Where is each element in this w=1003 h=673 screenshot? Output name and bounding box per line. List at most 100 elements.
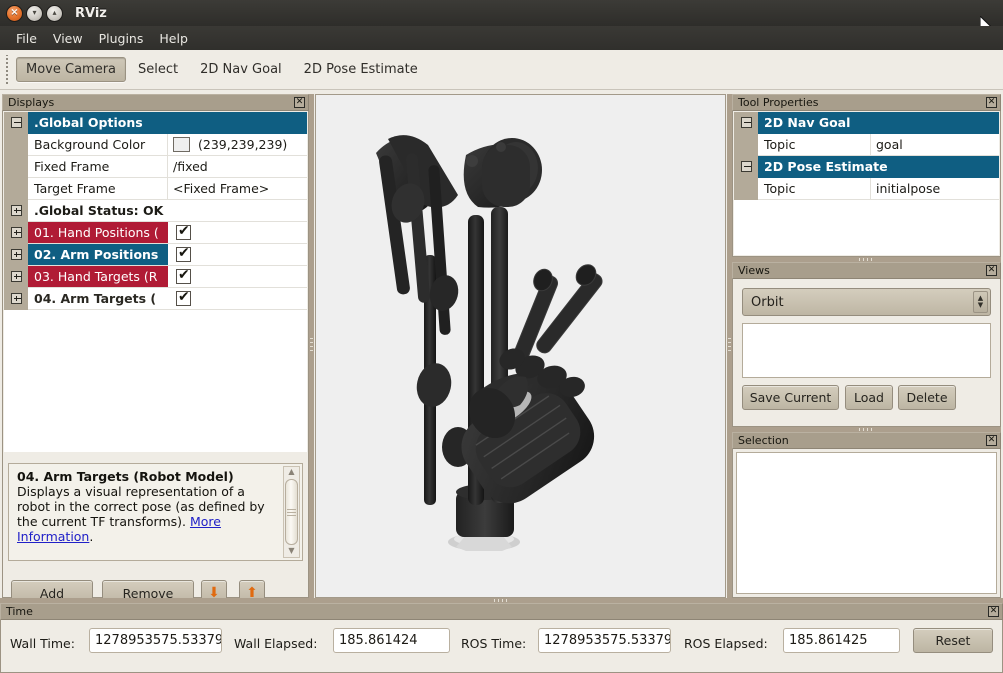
tool-properties-body: 2D Nav Goal Topic goal 2D Pose Estimate …	[732, 111, 1001, 257]
expander-arm-positions[interactable]	[4, 244, 28, 266]
enable-checkbox[interactable]	[176, 269, 191, 284]
tree-value-arm-positions[interactable]	[168, 244, 307, 266]
tool-select[interactable]: Select	[128, 57, 188, 82]
tree-value-fixed-frame[interactable]: /fixed	[168, 156, 307, 178]
toolbar-drag-handle[interactable]	[3, 55, 12, 85]
window-minimize-button[interactable]: ▾	[26, 5, 43, 22]
scrollbar-thumb[interactable]	[285, 479, 298, 545]
tool-properties-close-icon[interactable]: ✕	[986, 97, 997, 108]
views-panel-title: Views	[738, 264, 986, 277]
delete-view-button[interactable]: Delete	[898, 385, 956, 410]
tree-row-hand-positions[interactable]: 01. Hand Positions (	[4, 222, 307, 244]
tree-row-2d-nav-goal[interactable]: 2D Nav Goal	[734, 112, 999, 134]
tree-value-background-color[interactable]: (239,239,239)	[168, 134, 307, 156]
splitter-grip-icon	[494, 599, 510, 602]
displays-panel-close-icon[interactable]: ✕	[294, 97, 305, 108]
expander-global-options[interactable]	[4, 112, 28, 134]
selection-list[interactable]	[736, 452, 997, 594]
tree-row-nav-goal-topic[interactable]: Topic goal	[734, 134, 999, 156]
window-close-button[interactable]: ×	[6, 5, 23, 22]
background-color-value: (239,239,239)	[198, 137, 287, 152]
tree-label-hand-positions: 01. Hand Positions (	[28, 222, 168, 244]
tool-move-camera[interactable]: Move Camera	[16, 57, 126, 82]
window-controls: × ▾ ▴	[6, 5, 63, 22]
time-panel-body: Wall Time: 1278953575.533793 Wall Elapse…	[0, 620, 1003, 673]
description-scrollbar[interactable]: ▲ ▼	[283, 466, 300, 558]
tool-2d-pose-estimate[interactable]: 2D Pose Estimate	[294, 57, 428, 82]
tree-value-pose-estimate-topic[interactable]: initialpose	[871, 178, 999, 200]
menu-view[interactable]: View	[45, 29, 91, 48]
tree-row-global-options[interactable]: .Global Options	[4, 112, 307, 134]
enable-checkbox[interactable]	[176, 291, 191, 306]
expander-arm-targets[interactable]	[4, 288, 28, 310]
expander-hand-positions[interactable]	[4, 222, 28, 244]
3d-viewport[interactable]	[315, 94, 726, 598]
views-panel-body: Orbit ▲ ▼ Save Current Load Delete	[732, 279, 1001, 427]
ros-time-field[interactable]: 1278953575.533790	[538, 628, 671, 653]
displays-panel-title: Displays	[8, 96, 294, 109]
tree-row-arm-targets[interactable]: 04. Arm Targets (	[4, 288, 307, 310]
tree-value-target-frame[interactable]: <Fixed Frame>	[168, 178, 307, 200]
tree-value-arm-targets[interactable]	[168, 288, 307, 310]
expander-2d-pose-estimate[interactable]	[734, 156, 758, 178]
enable-checkbox[interactable]	[176, 247, 191, 262]
ros-elapsed-field[interactable]: 185.861425	[783, 628, 900, 653]
ros-elapsed-label: ROS Elapsed:	[684, 636, 768, 651]
tree-value-nav-goal-topic[interactable]: goal	[871, 134, 999, 156]
collapse-icon[interactable]	[11, 117, 22, 128]
expand-icon[interactable]	[11, 293, 22, 304]
displays-panel-titlebar: Displays ✕	[2, 94, 309, 111]
menu-help[interactable]: Help	[151, 29, 196, 48]
scroll-down-arrow[interactable]: ▼	[288, 546, 294, 557]
expand-icon[interactable]	[11, 227, 22, 238]
color-swatch[interactable]	[173, 137, 190, 152]
tree-label-arm-positions: 02. Arm Positions	[28, 244, 168, 266]
expander-2d-nav-goal[interactable]	[734, 112, 758, 134]
tree-row-global-status[interactable]: .Global Status: OK	[4, 200, 307, 222]
tree-row-arm-positions[interactable]: 02. Arm Positions	[4, 244, 307, 266]
selection-panel-close-icon[interactable]: ✕	[986, 435, 997, 446]
displays-panel: Displays ✕ .Global Options Background Co…	[2, 94, 309, 598]
window-titlebar: × ▾ ▴ RViz	[0, 0, 1003, 26]
wall-time-field[interactable]: 1278953575.533793	[89, 628, 222, 653]
menu-plugins[interactable]: Plugins	[91, 29, 152, 48]
wall-elapsed-field[interactable]: 185.861424	[333, 628, 450, 653]
expander-hand-targets[interactable]	[4, 266, 28, 288]
displays-property-tree[interactable]: .Global Options Background Color (239,23…	[4, 112, 307, 452]
tool-properties-tree[interactable]: 2D Nav Goal Topic goal 2D Pose Estimate …	[734, 112, 999, 255]
tree-row-fixed-frame[interactable]: Fixed Frame /fixed	[4, 156, 307, 178]
tree-row-background-color[interactable]: Background Color (239,239,239)	[4, 134, 307, 156]
expander-global-status[interactable]	[4, 200, 28, 222]
views-panel-close-icon[interactable]: ✕	[986, 265, 997, 276]
collapse-icon[interactable]	[741, 161, 752, 172]
time-panel-close-icon[interactable]: ✕	[988, 606, 999, 617]
tree-value-hand-targets[interactable]	[168, 266, 307, 288]
tree-label-fixed-frame: Fixed Frame	[28, 156, 168, 178]
tool-properties-panel: Tool Properties ✕ 2D Nav Goal Topic goal	[732, 94, 1001, 257]
enable-checkbox[interactable]	[176, 225, 191, 240]
tree-row-target-frame[interactable]: Target Frame <Fixed Frame>	[4, 178, 307, 200]
window-maximize-button[interactable]: ▴	[46, 5, 63, 22]
scroll-up-arrow[interactable]: ▲	[288, 467, 294, 478]
collapse-icon[interactable]	[741, 117, 752, 128]
tree-row-pose-estimate-topic[interactable]: Topic initialpose	[734, 178, 999, 200]
load-view-button[interactable]: Load	[845, 385, 893, 410]
splitter-grip-icon	[859, 428, 875, 431]
save-current-view-button[interactable]: Save Current	[742, 385, 839, 410]
expand-icon[interactable]	[11, 271, 22, 282]
tree-row-hand-targets[interactable]: 03. Hand Targets (R	[4, 266, 307, 288]
tool-2d-nav-goal[interactable]: 2D Nav Goal	[190, 57, 292, 82]
selection-panel-titlebar: Selection ✕	[732, 432, 1001, 449]
view-type-combo[interactable]: Orbit ▲ ▼	[742, 288, 991, 316]
tree-indent	[734, 178, 758, 200]
splitter-displays-viewport[interactable]	[309, 94, 314, 598]
saved-views-list[interactable]	[742, 323, 991, 378]
tree-value-hand-positions[interactable]	[168, 222, 307, 244]
tree-label-arm-targets: 04. Arm Targets (	[28, 288, 168, 310]
expand-icon[interactable]	[11, 205, 22, 216]
expand-icon[interactable]	[11, 249, 22, 260]
combo-spinner-icon[interactable]: ▲ ▼	[973, 291, 988, 313]
menu-file[interactable]: File	[8, 29, 45, 48]
tree-row-2d-pose-estimate[interactable]: 2D Pose Estimate	[734, 156, 999, 178]
reset-time-button[interactable]: Reset	[913, 628, 993, 653]
